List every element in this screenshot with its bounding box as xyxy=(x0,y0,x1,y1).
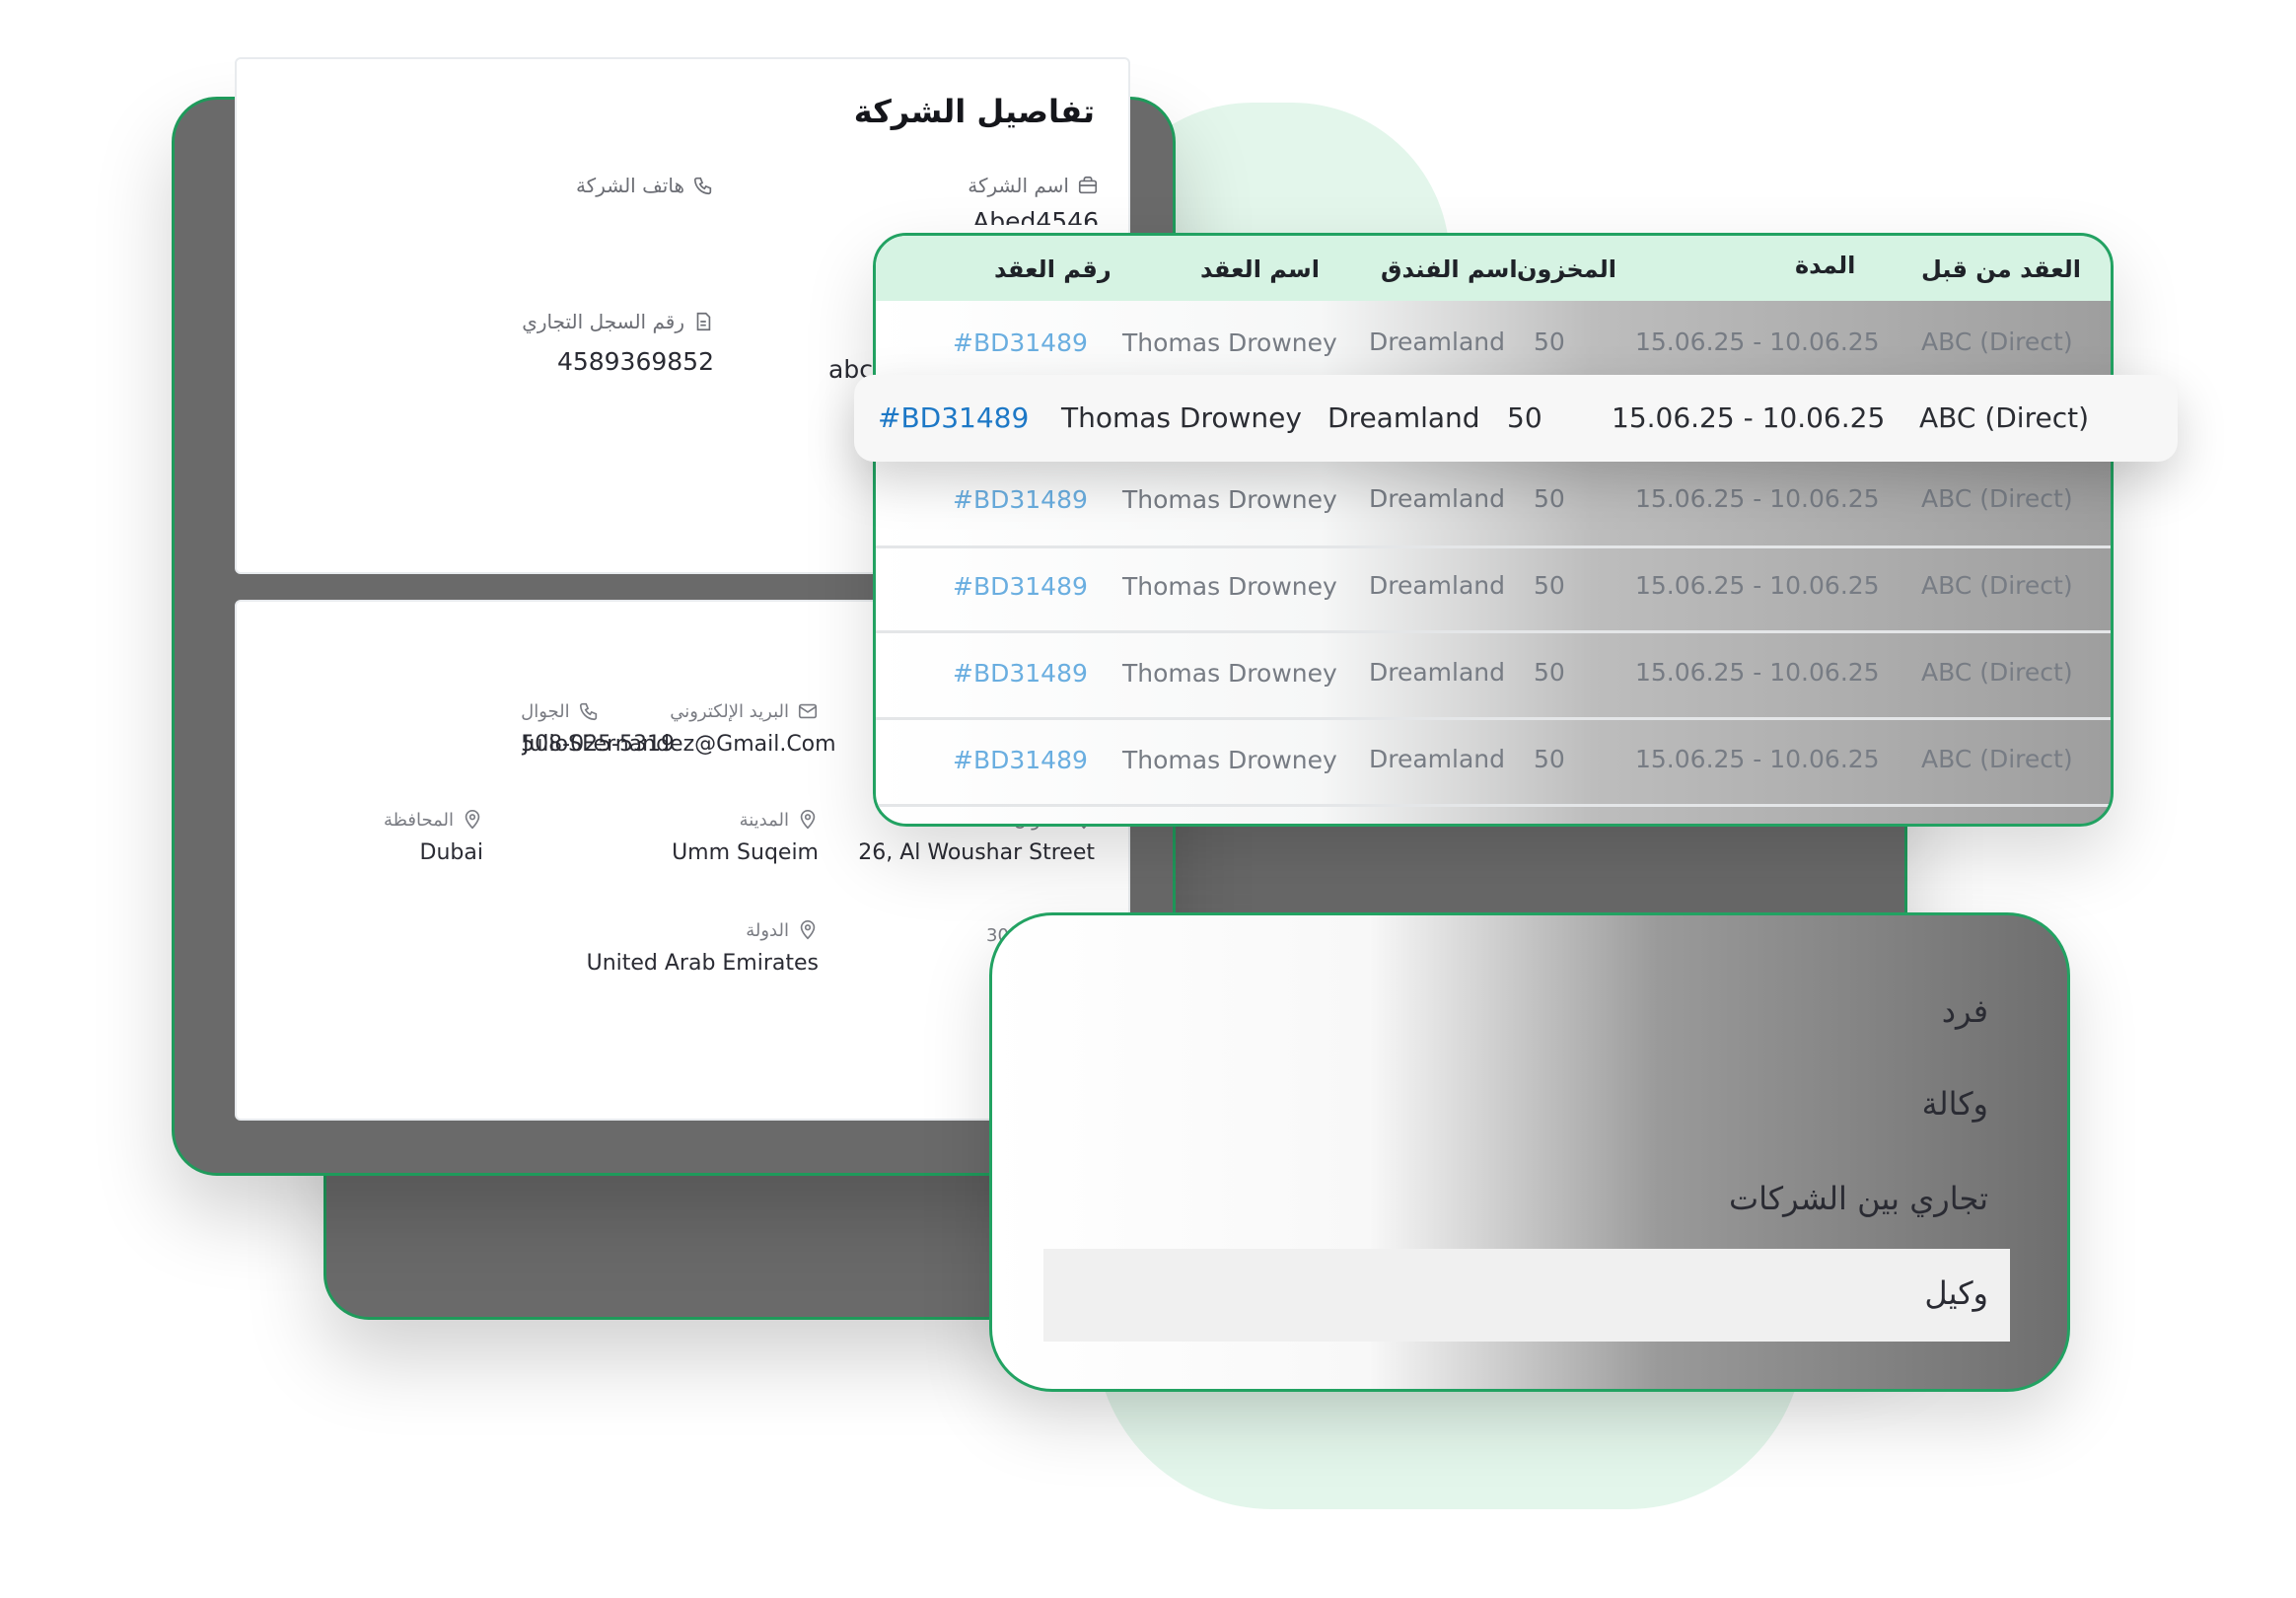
table-row[interactable]: ABC (Direct) 15.06.25 - 10.06.25 50 Drea… xyxy=(876,719,2111,807)
header-contract-by: العقد من قبل xyxy=(1921,255,2082,283)
cell-contract-by: ABC (Direct) xyxy=(1921,484,2073,513)
cell-contract-id[interactable]: #BD31489 xyxy=(953,659,1088,688)
type-dropdown-menu: فرد وكالة تجاري بين الشركات وكيل xyxy=(989,912,2070,1392)
dropdown-option-agent[interactable]: وكيل xyxy=(1924,1274,1988,1312)
city-field: المدينة Umm Suqeim xyxy=(631,809,819,866)
location-pin-icon xyxy=(797,919,819,941)
email-field: البريد الإلكتروني JulioSFernandez@Gmail.… xyxy=(523,700,836,758)
page-title: تفاصيل الشركة xyxy=(853,93,1095,130)
cell-contract-by: ABC (Direct) xyxy=(1921,658,2073,687)
phone-icon xyxy=(692,175,714,196)
cell-contract-id[interactable]: #BD31489 xyxy=(953,485,1088,514)
cell-stock: 50 xyxy=(1534,658,1565,687)
trade-register-field: رقم السجل التجاري 4589369852 xyxy=(522,310,714,376)
cell-contract-by: ABC (Direct) xyxy=(1921,745,2073,773)
company-name-value: Abed4546 xyxy=(972,207,1099,225)
email-label: البريد الإلكتروني xyxy=(670,700,789,722)
cell-period: 15.06.25 - 10.06.25 xyxy=(1612,401,1886,434)
table-header: العقد من قبل المدة المخزون اسم الفندق اس… xyxy=(876,236,2111,301)
document-icon xyxy=(692,311,714,332)
cell-contract-id[interactable]: #BD31489 xyxy=(953,572,1088,601)
cell-contract-name: Thomas Drowney xyxy=(1122,659,1337,688)
cell-hotel: Dreamland xyxy=(1327,401,1480,434)
cell-stock: 50 xyxy=(1534,484,1565,513)
location-pin-icon xyxy=(797,809,819,831)
dropdown-option-agency[interactable]: وكالة xyxy=(1922,1085,1988,1123)
contracts-table: العقد من قبل المدة المخزون اسم الفندق اس… xyxy=(873,233,2114,827)
cell-contract-id[interactable]: #BD31489 xyxy=(878,401,1029,434)
cell-contract-name: Thomas Drowney xyxy=(1122,485,1337,514)
header-contract-id: رقم العقد xyxy=(994,255,1112,283)
cell-contract-by: ABC (Direct) xyxy=(1921,327,2073,356)
cell-stock: 50 xyxy=(1534,327,1565,356)
cell-hotel: Dreamland xyxy=(1369,327,1506,356)
table-row-highlighted[interactable]: ABC (Direct) 15.06.25 - 10.06.25 50 Drea… xyxy=(854,375,2178,462)
cell-stock: 50 xyxy=(1534,745,1565,773)
cell-period: 15.06.25 - 10.06.25 xyxy=(1635,571,1880,600)
dropdown-option-selected-bg xyxy=(1043,1249,2010,1342)
address-value: 26, Al Woushar Street xyxy=(858,840,1095,865)
cell-hotel: Dreamland xyxy=(1369,484,1506,513)
header-stock: المخزون xyxy=(1517,255,1616,283)
governorate-field: المحافظة Dubai xyxy=(325,809,483,866)
email-value: JulioSFernandez@Gmail.Com xyxy=(523,732,836,757)
cell-contract-id[interactable]: #BD31489 xyxy=(953,746,1088,774)
company-phone-field: هاتف الشركة xyxy=(576,174,714,197)
header-hotel-name: اسم الفندق xyxy=(1381,255,1518,283)
trade-register-label: رقم السجل التجاري xyxy=(522,310,684,333)
country-field: الدولة United Arab Emirates xyxy=(562,919,819,977)
cell-period: 15.06.25 - 10.06.25 xyxy=(1635,327,1880,356)
mail-icon xyxy=(797,700,819,722)
governorate-value: Dubai xyxy=(419,840,483,865)
header-contract-name: اسم العقد xyxy=(1200,255,1320,283)
cell-stock: 50 xyxy=(1534,571,1565,600)
cell-hotel: Dreamland xyxy=(1369,571,1506,600)
country-value: United Arab Emirates xyxy=(586,951,819,976)
governorate-label: المحافظة xyxy=(383,809,454,831)
company-name-label: اسم الشركة xyxy=(968,174,1069,197)
dropdown-option-b2b[interactable]: تجاري بين الشركات xyxy=(1729,1180,1988,1217)
cell-period: 15.06.25 - 10.06.25 xyxy=(1635,484,1880,513)
cell-hotel: Dreamland xyxy=(1369,658,1506,687)
location-pin-icon xyxy=(462,809,483,831)
cell-period: 15.06.25 - 10.06.25 xyxy=(1635,745,1880,773)
cell-contract-name: Thomas Drowney xyxy=(1122,572,1337,601)
country-label: الدولة xyxy=(746,919,789,941)
cell-hotel: Dreamland xyxy=(1369,745,1506,773)
cell-period: 15.06.25 - 10.06.25 xyxy=(1635,658,1880,687)
cell-contract-name: Thomas Drowney xyxy=(1061,401,1302,434)
table-row[interactable]: ABC (Direct) 15.06.25 - 10.06.25 50 Drea… xyxy=(876,461,2111,548)
trade-register-value: 4589369852 xyxy=(556,347,714,376)
header-period: المدة xyxy=(1795,252,1856,279)
company-phone-label: هاتف الشركة xyxy=(575,174,684,197)
cell-contract-name: Thomas Drowney xyxy=(1122,328,1337,357)
cell-stock: 50 xyxy=(1507,401,1543,434)
cell-contract-name: Thomas Drowney xyxy=(1122,746,1337,774)
cell-contract-id[interactable]: #BD31489 xyxy=(953,328,1088,357)
table-row[interactable]: ABC (Direct) 15.06.25 - 10.06.25 50 Drea… xyxy=(876,632,2111,720)
table-row[interactable]: ABC (Direct) 15.06.25 - 10.06.25 50 Drea… xyxy=(876,545,2111,633)
city-label: المدينة xyxy=(739,809,789,831)
dropdown-option-individual[interactable]: فرد xyxy=(1942,992,1988,1030)
cell-contract-by: ABC (Direct) xyxy=(1919,401,2090,434)
city-value: Umm Suqeim xyxy=(672,840,819,865)
company-name-field: اسم الشركة Abed4546 xyxy=(968,174,1099,225)
cell-contract-by: ABC (Direct) xyxy=(1921,571,2073,600)
briefcase-icon xyxy=(1077,175,1099,196)
